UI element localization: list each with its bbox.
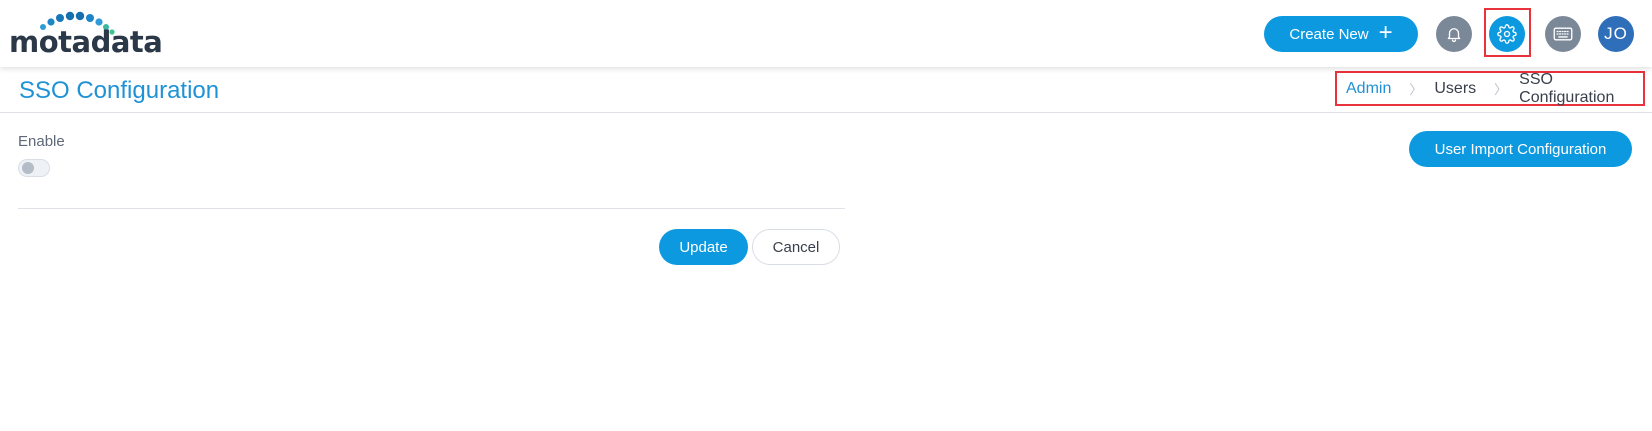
- create-new-button[interactable]: Create New +: [1264, 16, 1418, 52]
- bell-icon: [1447, 28, 1461, 43]
- create-new-label: Create New: [1289, 25, 1369, 43]
- breadcrumb-users[interactable]: Users: [1434, 80, 1476, 98]
- top-navigation-bar: motadata Create New + JO: [0, 0, 1652, 67]
- keyboard-shortcuts-button[interactable]: [1545, 16, 1581, 52]
- breadcrumb: Admin 〉 Users 〉 SSO Configuration: [1335, 71, 1645, 106]
- update-button[interactable]: Update: [659, 229, 748, 265]
- enable-toggle[interactable]: [18, 159, 50, 177]
- form-divider: [18, 208, 845, 209]
- user-import-configuration-button[interactable]: User Import Configuration: [1409, 131, 1632, 167]
- notifications-button[interactable]: [1436, 16, 1472, 52]
- toggle-knob: [22, 162, 34, 174]
- cancel-button[interactable]: Cancel: [752, 229, 840, 265]
- chevron-right-icon: 〉: [1409, 82, 1423, 97]
- breadcrumb-current: SSO Configuration: [1519, 70, 1615, 106]
- user-avatar[interactable]: JO: [1598, 16, 1634, 52]
- page-title: SSO Configuration: [19, 77, 220, 104]
- motadata-logo[interactable]: motadata: [8, 10, 163, 59]
- plus-icon: +: [1378, 19, 1393, 46]
- breadcrumb-admin[interactable]: Admin: [1346, 80, 1391, 98]
- chevron-right-icon: 〉: [1494, 82, 1508, 97]
- enable-label: Enable: [18, 133, 65, 150]
- avatar-initials: JO: [1604, 24, 1628, 43]
- page-header: SSO Configuration Admin 〉 Users 〉 SSO Co…: [0, 67, 1652, 113]
- keyboard-icon: [1553, 27, 1573, 41]
- settings-highlight-box: [1484, 8, 1531, 57]
- logo-wordmark: motadata: [9, 25, 163, 59]
